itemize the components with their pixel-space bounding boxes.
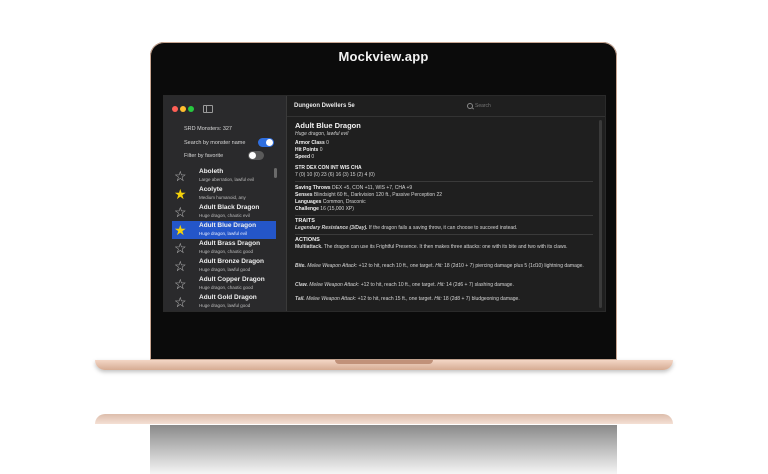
challenge-line: Challenge 16 (15,000 XP) [295, 206, 354, 212]
monster-list-item[interactable]: ☆ Adult Brass Dragon Huge dragon, chaotic … [172, 239, 276, 257]
monster-item-name: Adult Gold Dragon [199, 294, 257, 301]
divider [295, 181, 593, 182]
monster-list-item[interactable]: ★ Adult Blue Dragon Huge dragon, lawful ev… [172, 221, 276, 239]
laptop-notch [335, 360, 433, 364]
search-icon [467, 103, 473, 109]
star-outline-icon[interactable]: ☆ [174, 276, 187, 292]
star-filled-icon[interactable]: ★ [174, 222, 187, 238]
monster-list-item[interactable]: ☆ Adult Copper Dragon Huge dragon, chaotic… [172, 275, 276, 293]
ability-values: 7 (0) 10 (0) 23 (6) 16 (3) 15 (2) 4 (0) [295, 172, 375, 178]
content-pane: Dungeon Dwellers 5e Adult Blue Dragon Hu… [287, 96, 605, 311]
armor-class-line: Armor Class 0 [295, 140, 329, 146]
sidebar: SRD Monsters: 327 Search by monster name… [164, 96, 287, 311]
star-outline-icon[interactable]: ☆ [174, 204, 187, 220]
list-scrollbar[interactable] [274, 168, 277, 178]
monster-detail: Adult Blue Dragon Huge dragon, lawful ev… [295, 121, 593, 311]
filter-favorite-row: Filter by favorite [184, 151, 274, 161]
monster-item-name: Adult Blue Dragon [199, 222, 257, 229]
monster-item-subtitle: Huge dragon, lawful good [199, 267, 251, 272]
minimize-window-button[interactable] [180, 106, 186, 112]
monster-name-heading: Adult Blue Dragon [295, 121, 361, 130]
traits-heading: TRAITS [295, 218, 315, 224]
monster-item-subtitle: Large aberration, lawful evil [199, 177, 255, 182]
search-by-name-label: Search by monster name [184, 140, 246, 146]
star-outline-icon[interactable]: ☆ [174, 168, 187, 184]
sidebar-toggle-icon[interactable] [203, 105, 213, 113]
action-tail: Tail. Melee Weapon Attack: +12 to hit, r… [295, 296, 520, 302]
divider [295, 234, 593, 235]
monster-list-item[interactable]: ☆ Adult Bronze Dragon Huge dragon, lawful … [172, 257, 276, 275]
laptop-lid: Mockview.app SRD Monsters: 327 Search by… [150, 42, 617, 360]
speed-line: Speed 0 [295, 154, 315, 160]
monster-item-name: Aboleth [199, 168, 224, 175]
monster-list: ☆ Aboleth Large aberration, lawful evil ★ Ac… [172, 167, 276, 311]
star-outline-icon[interactable]: ☆ [174, 258, 187, 274]
actions-heading: ACTIONS [295, 237, 320, 243]
monster-item-name: Adult Black Dragon [199, 204, 260, 211]
monster-item-name: Adult Bronze Dragon [199, 258, 264, 265]
srd-count-label: SRD Monsters: 327 [184, 126, 232, 132]
languages-line: Languages Common, Draconic [295, 199, 366, 205]
hit-points-line: Hit Points 0 [295, 147, 323, 153]
monster-list-item[interactable]: ☆ Adult Black Dragon Huge dragon, chaotic … [172, 203, 276, 221]
filter-favorite-toggle[interactable] [248, 151, 264, 160]
monster-list-item[interactable]: ☆ Aboleth Large aberration, lawful evil [172, 167, 276, 185]
action-multiattack: Multiattack. The dragon can use its Frig… [295, 244, 568, 250]
monster-list-item[interactable]: ★ Acolyte Medium humanoid, any [172, 185, 276, 203]
senses-line: Senses Blindsight 60 ft., Darkvision 120… [295, 192, 443, 198]
watermark: Mockview.app [338, 49, 429, 64]
monster-item-subtitle: Huge dragon, lawful good [199, 303, 251, 308]
detail-scrollbar[interactable] [599, 120, 602, 308]
action-bite: Bite. Melee Weapon Attack: +12 to hit, r… [295, 263, 584, 269]
action-claw: Claw. Melee Weapon Attack: +12 to hit, r… [295, 282, 514, 288]
star-outline-icon[interactable]: ☆ [174, 294, 187, 310]
monster-item-subtitle: Huge dragon, chaotic good [199, 285, 254, 290]
monster-item-name: Adult Copper Dragon [199, 276, 265, 283]
close-window-button[interactable] [172, 106, 178, 112]
search-input[interactable] [475, 102, 575, 110]
header-bar: Dungeon Dwellers 5e [287, 96, 605, 117]
star-outline-icon[interactable]: ☆ [174, 240, 187, 256]
monster-item-subtitle: Medium humanoid, any [199, 195, 246, 200]
window-title: Dungeon Dwellers 5e [294, 103, 355, 109]
saving-throws-line: Saving Throws DEX +5, CON +11, WIS +7, C… [295, 185, 413, 191]
trait-legendary-resistance: Legendary Resistance (3/Day). If the dra… [295, 225, 518, 231]
laptop-reflection-base [95, 414, 673, 424]
laptop-reflection-screen [150, 425, 617, 474]
divider [295, 215, 593, 216]
monster-item-subtitle: Huge dragon, lawful evil [199, 231, 248, 236]
monster-list-item[interactable]: ☆ Adult Gold Dragon Huge dragon, lawful go… [172, 293, 276, 311]
ability-header: STR DEX CON INT WIS CHA [295, 165, 362, 171]
monster-item-name: Adult Brass Dragon [199, 240, 261, 247]
monster-item-subtitle: Huge dragon, chaotic good [199, 249, 254, 254]
zoom-window-button[interactable] [188, 106, 194, 112]
star-filled-icon[interactable]: ★ [174, 186, 187, 202]
monster-type: Huge dragon, lawful evil [295, 131, 349, 137]
search-by-name-toggle[interactable] [258, 138, 274, 147]
search-by-name-row: Search by monster name [184, 138, 274, 148]
filter-favorite-label: Filter by favorite [184, 153, 224, 159]
monster-item-subtitle: Huge dragon, chaotic evil [199, 213, 250, 218]
app-window: SRD Monsters: 327 Search by monster name… [163, 95, 606, 312]
monster-item-name: Acolyte [199, 186, 223, 193]
